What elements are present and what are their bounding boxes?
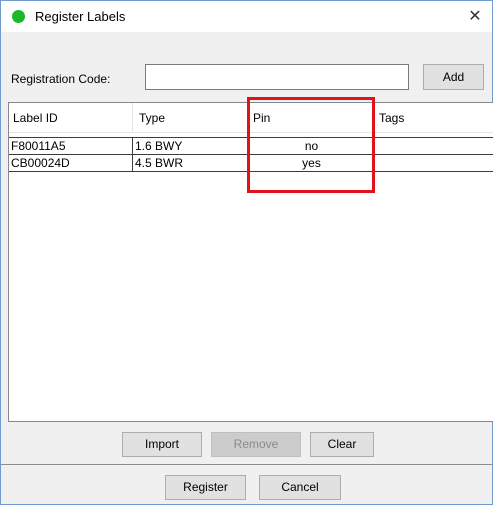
column-header-tags[interactable]: Tags <box>375 103 493 133</box>
cancel-button[interactable]: Cancel <box>259 475 341 500</box>
cell-label-id: CB00024D <box>9 155 133 171</box>
cell-tags <box>375 138 493 154</box>
pin-column-highlight <box>247 97 375 193</box>
remove-button[interactable]: Remove <box>211 432 301 457</box>
column-header-type[interactable]: Type <box>133 103 249 133</box>
column-header-label-id[interactable]: Label ID <box>9 103 133 133</box>
cell-label-id: F80011A5 <box>9 138 133 154</box>
status-dot-icon <box>12 10 25 23</box>
cell-type: 4.5 BWR <box>133 155 249 171</box>
register-button[interactable]: Register <box>165 475 246 500</box>
registration-code-label: Registration Code: <box>11 72 111 86</box>
clear-button[interactable]: Clear <box>310 432 374 457</box>
dialog-title: Register Labels <box>35 9 126 24</box>
title-bar: Register Labels ✕ <box>1 1 492 32</box>
footer-divider <box>1 464 492 465</box>
register-labels-dialog: Register Labels ✕ Registration Code: Add… <box>0 0 493 505</box>
add-button[interactable]: Add <box>423 64 484 90</box>
registration-code-input[interactable] <box>145 64 409 90</box>
import-button[interactable]: Import <box>122 432 202 457</box>
cell-type: 1.6 BWY <box>133 138 249 154</box>
cell-tags <box>375 155 493 171</box>
close-button[interactable]: ✕ <box>460 1 490 32</box>
